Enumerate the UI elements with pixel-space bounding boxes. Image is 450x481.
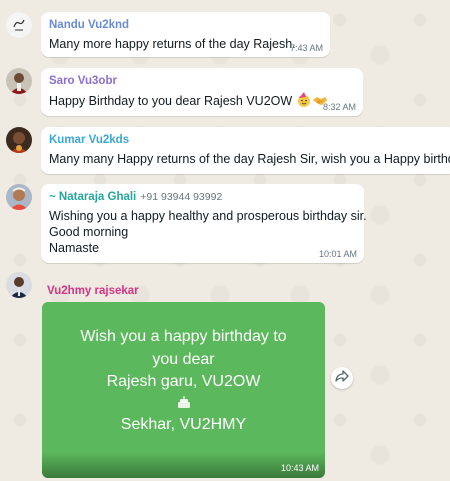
avatar-kumar[interactable] (6, 127, 32, 153)
message-text: Many many Happy returns of the day Rajes… (49, 152, 450, 166)
party-face-icon (296, 92, 312, 112)
card-line: Rajesh garu, VU2OW (106, 373, 261, 390)
message-time: 10:01 AM (318, 249, 357, 259)
sender-name[interactable]: Saro Vu3obr (49, 74, 355, 88)
card-line: Wish you a happy birthday to (80, 328, 287, 345)
forward-icon (335, 369, 349, 387)
sender-name[interactable]: Nandu Vu2knd (49, 18, 322, 32)
image-message-content: Wish you a happy birthday to you dear Ra… (42, 326, 325, 436)
sender-name[interactable]: ~ Nataraja Ghali (49, 191, 136, 203)
avatar-rajsekar[interactable] (6, 272, 32, 298)
message-time: 10:43 AM (280, 463, 319, 473)
forward-button[interactable] (331, 367, 353, 389)
avatar-nataraja[interactable] (6, 184, 32, 210)
sender-header: ~ Nataraja Ghali +91 93944 93992 (49, 190, 356, 204)
message-text: Many more happy returns of the day Rajes… (49, 37, 296, 51)
card-line: you dear (152, 350, 215, 368)
sender-phone[interactable]: +91 93944 93992 (140, 191, 222, 203)
message-line: Wishing you a happy healthy and prospero… (49, 209, 367, 223)
message-bubble[interactable]: Saro Vu3obr Happy Birthday to you dear R… (41, 68, 363, 116)
cake-icon (42, 394, 325, 414)
avatar-nandu[interactable] (6, 12, 32, 38)
message-line: Good morning (49, 225, 129, 239)
message-line: Namaste (49, 241, 100, 255)
avatar-saro[interactable] (6, 68, 32, 94)
message-bubble[interactable]: ~ Nataraja Ghali +91 93944 93992 Wishing … (41, 184, 367, 263)
message-text: Happy Birthday to you dear Rajesh VU2OW (49, 92, 355, 112)
message-time: 8:32 AM (322, 102, 356, 112)
sender-name[interactable]: Kumar Vu2kds (49, 133, 448, 147)
image-message[interactable]: Wish you a happy birthday to you dear Ra… (42, 302, 325, 478)
message-text-body: Happy Birthday to you dear Rajesh VU2OW (49, 94, 293, 108)
message-bubble[interactable]: Nandu Vu2knd Many more happy returns of … (41, 12, 330, 57)
message-bubble[interactable]: Kumar Vu2kds Many many Happy returns of … (41, 127, 450, 174)
card-line: Sekhar, VU2HMY (120, 415, 247, 433)
sender-name[interactable]: Vu2hmy rajsekar (47, 284, 139, 298)
message-time: 7:43 AM (289, 43, 323, 53)
